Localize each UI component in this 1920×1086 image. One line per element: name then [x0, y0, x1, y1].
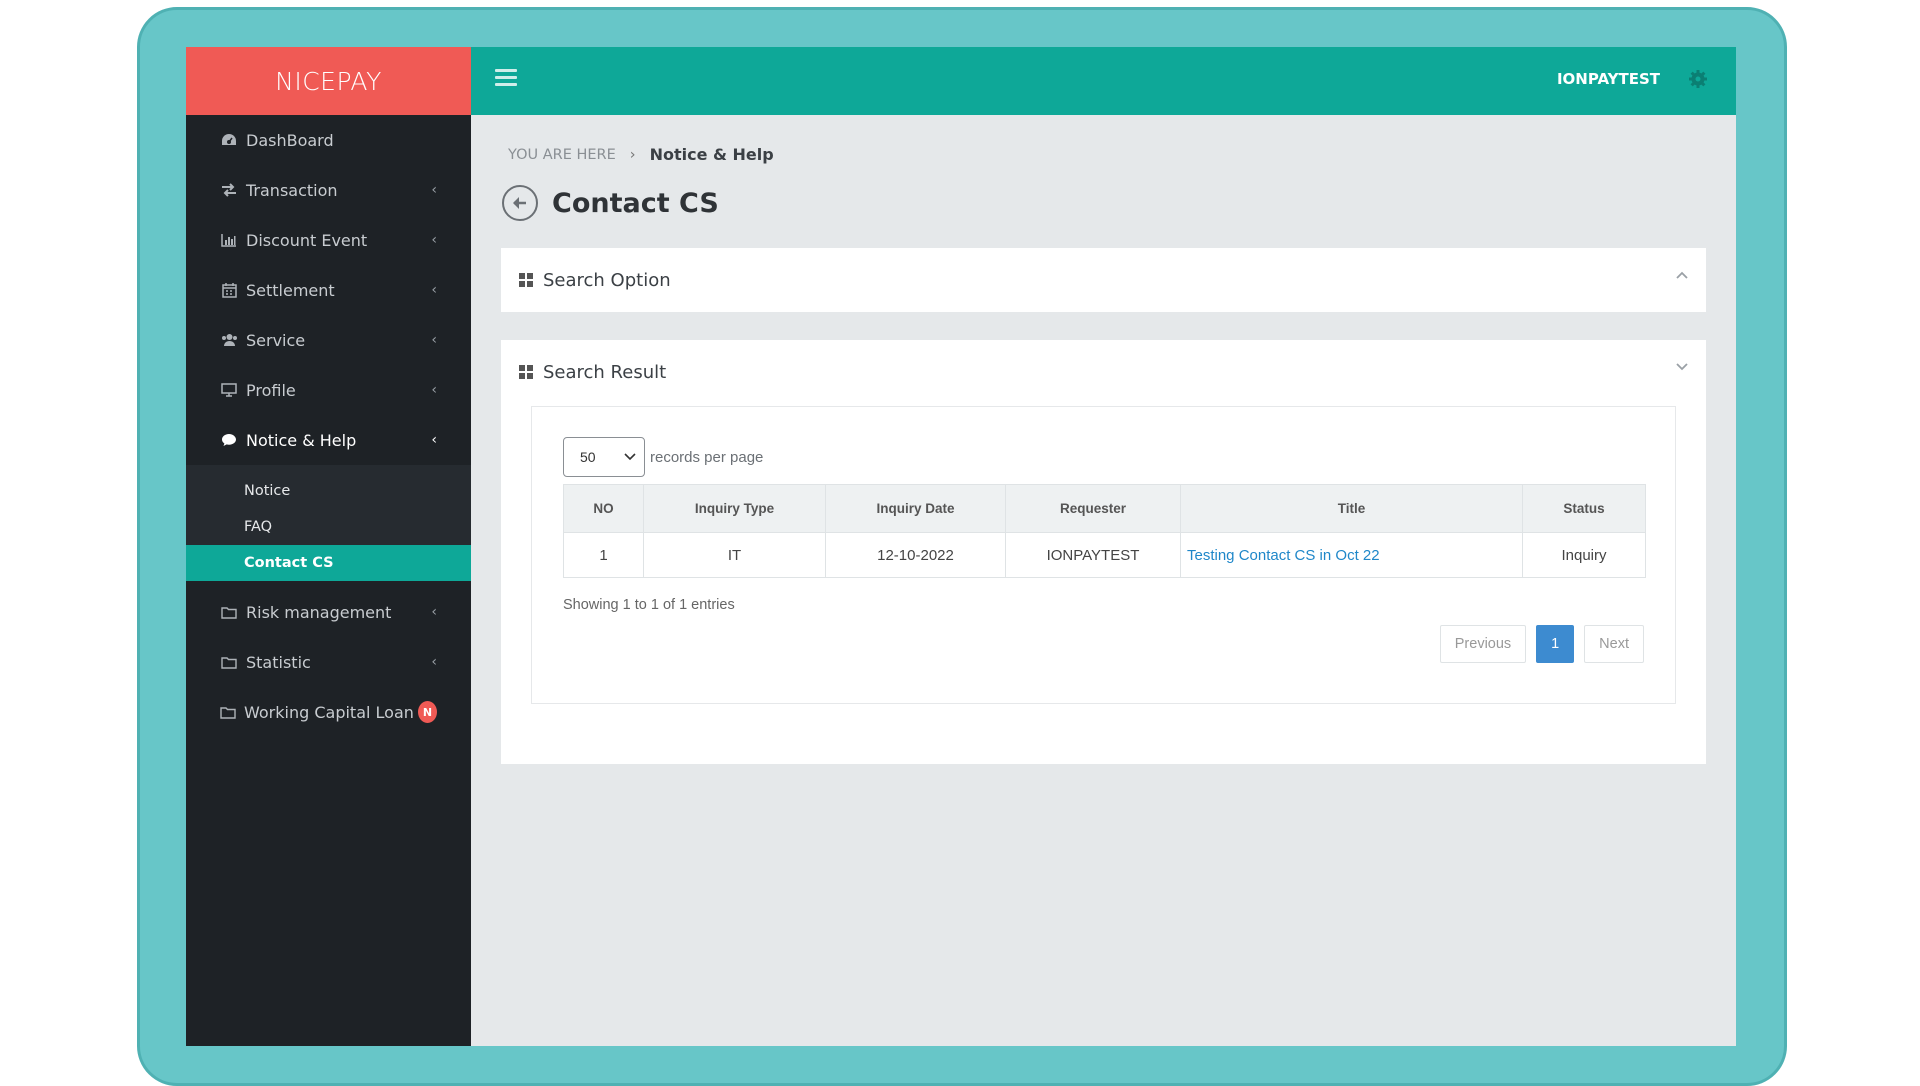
sidebar-item-label: Transaction	[246, 180, 338, 200]
column-header[interactable]: Inquiry Type	[643, 484, 826, 533]
folder-icon	[220, 606, 238, 619]
cell-inquiry-date: 12-10-2022	[825, 532, 1006, 578]
search-result-title: Search Result	[543, 361, 667, 383]
column-header[interactable]: Requester	[1005, 484, 1181, 533]
cell-no: 1	[563, 532, 644, 578]
cell-requester: IONPAYTEST	[1005, 532, 1181, 578]
previous-page-button[interactable]: Previous	[1439, 625, 1527, 663]
folder-icon	[220, 706, 236, 719]
sidebar-item-transaction[interactable]: Transaction ‹	[186, 165, 471, 215]
sidebar: NICEPAY DashBoard Transaction ‹ Discount	[186, 47, 471, 1046]
breadcrumb-prefix: YOU ARE HERE	[508, 146, 616, 163]
sidebar-item-notice-help[interactable]: Notice & Help ‹	[186, 415, 471, 465]
chevron-left-icon: ‹	[431, 232, 437, 248]
back-arrow-icon[interactable]	[502, 185, 538, 221]
gear-icon[interactable]	[1688, 69, 1710, 91]
sidebar-item-settlement[interactable]: Settlement ‹	[186, 265, 471, 315]
search-option-header[interactable]: Search Option	[501, 248, 1706, 312]
sidebar-item-risk-management[interactable]: Risk management ‹	[186, 587, 471, 637]
search-option-panel: Search Option	[501, 248, 1706, 312]
main-content: YOU ARE HERE › Notice & Help Contact CS …	[471, 115, 1736, 1046]
column-header[interactable]: Inquiry Date	[825, 484, 1006, 533]
page-title: Contact CS	[552, 187, 719, 219]
results-table: NO Inquiry Type Inquiry Date Requester T…	[563, 484, 1646, 578]
submenu-item-contact-cs[interactable]: Contact CS	[186, 545, 471, 581]
inquiry-title-link[interactable]: Testing Contact CS in Oct 22	[1187, 547, 1380, 564]
pagination: Previous 1 Next	[1439, 625, 1644, 663]
chevron-left-icon: ‹	[431, 604, 437, 620]
breadcrumb-current[interactable]: Notice & Help	[650, 145, 774, 164]
search-result-header[interactable]: Search Result	[501, 340, 1706, 404]
per-page-label: records per page	[650, 448, 764, 466]
topbar: IONPAYTEST	[471, 47, 1736, 115]
sidebar-item-working-capital-loan[interactable]: Working Capital Loan N	[186, 687, 471, 737]
sidebar-item-discount-event[interactable]: Discount Event ‹	[186, 215, 471, 265]
users-icon	[220, 333, 238, 347]
next-page-button[interactable]: Next	[1584, 625, 1644, 663]
table-header-row: NO Inquiry Type Inquiry Date Requester T…	[563, 484, 1646, 533]
grid-icon	[519, 365, 533, 379]
entries-info: Showing 1 to 1 of 1 entries	[563, 597, 735, 613]
breadcrumb: YOU ARE HERE › Notice & Help	[508, 145, 774, 164]
column-header[interactable]: Title	[1180, 484, 1523, 533]
chevron-left-icon: ‹	[431, 382, 437, 398]
sidebar-menu: DashBoard Transaction ‹ Discount Event ‹	[186, 115, 471, 465]
folder-icon	[220, 656, 238, 669]
search-result-panel: Search Result 50 records per page NO Inq…	[501, 340, 1706, 764]
comment-icon	[220, 433, 238, 447]
column-header[interactable]: Status	[1522, 484, 1646, 533]
results-container: 50 records per page NO Inquiry Type Inqu…	[531, 406, 1676, 704]
sidebar-menu-lower: Risk management ‹ Statistic ‹ Working Ca…	[186, 587, 471, 737]
chevron-down-icon[interactable]	[1676, 358, 1688, 374]
column-header[interactable]: NO	[563, 484, 644, 533]
sidebar-item-dashboard[interactable]: DashBoard	[186, 115, 471, 165]
page-title-row: Contact CS	[502, 185, 719, 221]
sidebar-item-label: DashBoard	[246, 130, 334, 150]
sidebar-item-label: Profile	[246, 380, 296, 400]
desktop-icon	[220, 383, 238, 397]
sidebar-item-label: Discount Event	[246, 230, 368, 250]
hamburger-menu-icon[interactable]	[495, 69, 517, 87]
submenu-item-faq[interactable]: FAQ	[186, 509, 471, 545]
chevron-left-icon: ‹	[431, 182, 437, 198]
table-row: 1 IT 12-10-2022 IONPAYTEST Testing Conta…	[563, 532, 1646, 578]
chevron-left-icon: ‹	[431, 654, 437, 670]
cell-status: Inquiry	[1522, 532, 1646, 578]
sidebar-item-label: Service	[246, 330, 306, 350]
submenu-item-notice[interactable]: Notice	[186, 473, 471, 509]
calendar-icon	[220, 282, 238, 298]
sidebar-item-label: Working Capital Loan	[244, 702, 414, 722]
chevron-down-icon	[624, 453, 636, 461]
new-badge: N	[417, 701, 437, 723]
per-page-value: 50	[580, 449, 596, 465]
notice-help-submenu: Notice FAQ Contact CS	[186, 465, 471, 581]
app-screen: NICEPAY DashBoard Transaction ‹ Discount	[186, 47, 1736, 1046]
search-option-title: Search Option	[543, 269, 671, 291]
sidebar-item-label: Statistic	[246, 652, 311, 672]
chevron-down-icon: ‹	[431, 432, 437, 448]
per-page-select[interactable]: 50	[563, 437, 645, 477]
sidebar-item-statistic[interactable]: Statistic ‹	[186, 637, 471, 687]
cell-title: Testing Contact CS in Oct 22	[1180, 532, 1523, 578]
chevron-left-icon: ‹	[431, 332, 437, 348]
brand-logo[interactable]: NICEPAY	[186, 47, 471, 115]
page-1-button[interactable]: 1	[1536, 625, 1575, 663]
dashboard-icon	[220, 133, 238, 147]
records-per-page: 50 records per page	[563, 437, 763, 477]
sidebar-item-label: Settlement	[246, 280, 335, 300]
cell-inquiry-type: IT	[643, 532, 826, 578]
grid-icon	[519, 273, 533, 287]
chevron-left-icon: ‹	[431, 282, 437, 298]
bar-chart-icon	[220, 233, 238, 247]
username-display[interactable]: IONPAYTEST	[1557, 70, 1660, 88]
sidebar-item-label: Notice & Help	[246, 430, 357, 450]
exchange-icon	[220, 183, 238, 197]
breadcrumb-separator: ›	[629, 146, 636, 163]
sidebar-item-label: Risk management	[246, 602, 392, 622]
sidebar-item-profile[interactable]: Profile ‹	[186, 365, 471, 415]
sidebar-item-service[interactable]: Service ‹	[186, 315, 471, 365]
chevron-up-icon[interactable]	[1676, 266, 1688, 282]
